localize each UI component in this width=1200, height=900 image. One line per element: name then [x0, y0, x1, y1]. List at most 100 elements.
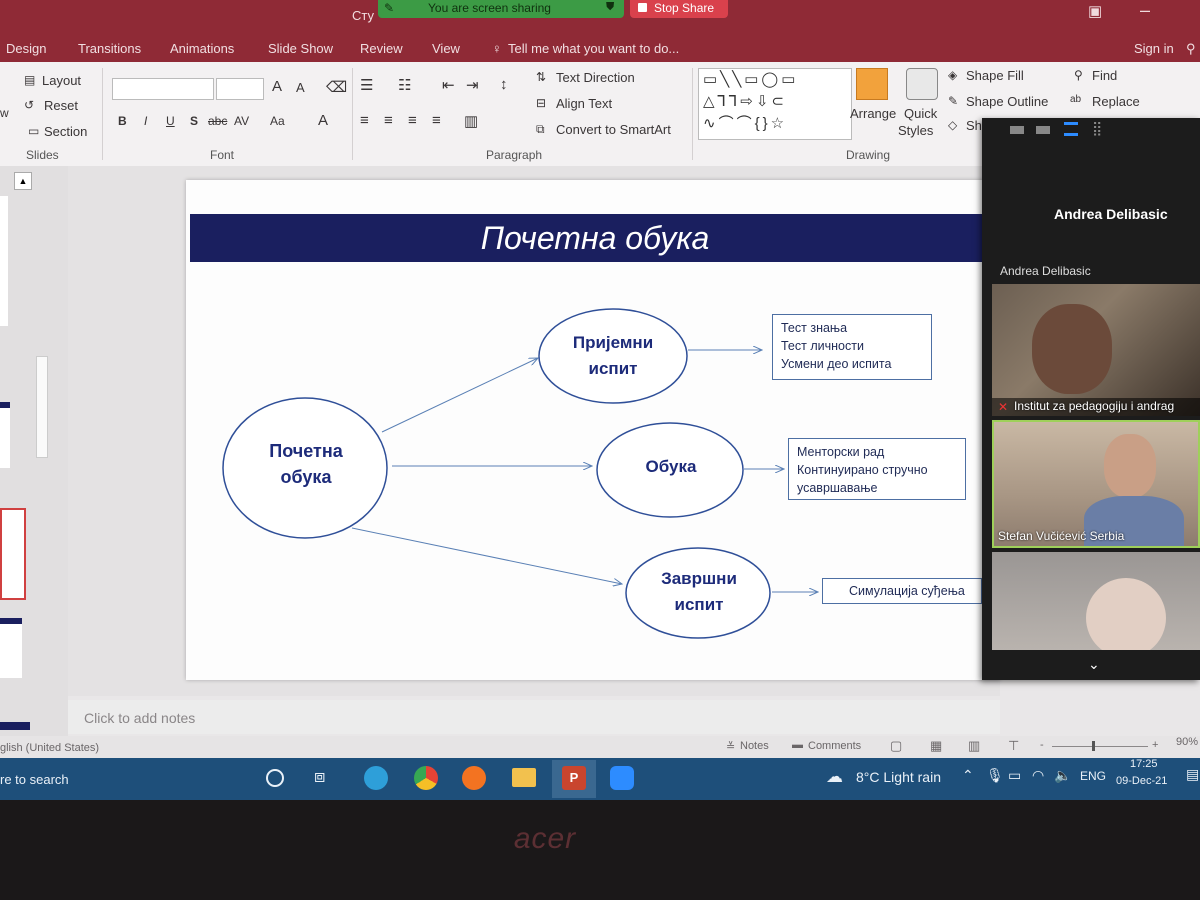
tray-chevron-icon[interactable]: ⌃	[962, 767, 974, 784]
align-right-icon[interactable]: ≡	[408, 112, 417, 129]
zoom-slider-thumb[interactable]	[1092, 741, 1095, 751]
sign-in-link[interactable]: Sign in	[1134, 41, 1174, 56]
taskbar-search[interactable]: re to search	[0, 772, 69, 787]
info-box-1[interactable]: Тест знања Тест личности Усмени део испи…	[772, 314, 932, 380]
find-button[interactable]: Find	[1092, 68, 1117, 83]
file-explorer-icon[interactable]	[512, 768, 536, 787]
tab-slide-show[interactable]: Slide Show	[268, 41, 333, 56]
slideshow-icon[interactable]: ⊤	[1008, 738, 1019, 754]
zoom-out-button[interactable]: -	[1040, 739, 1044, 751]
minimize-icon[interactable]: –	[1140, 0, 1150, 21]
align-center-icon[interactable]: ≡	[384, 112, 393, 129]
tell-me-search[interactable]: Tell me what you want to do...	[508, 41, 679, 56]
convert-smartart-button[interactable]: Convert to SmartArt	[556, 122, 671, 137]
bullets-icon[interactable]: ☰	[360, 76, 373, 94]
reading-view-icon[interactable]: ▥	[968, 738, 980, 754]
quick-styles-button-line2[interactable]: Styles	[898, 123, 933, 138]
thumbnail-1[interactable]	[0, 196, 8, 326]
italic-button[interactable]: I	[144, 114, 147, 128]
align-left-icon[interactable]: ≡	[360, 112, 369, 129]
scroll-up-icon[interactable]: ▲	[14, 172, 32, 190]
participant-tile-2[interactable]: Stefan Vučićević Serbia	[992, 420, 1200, 548]
shape-fill-button[interactable]: Shape Fill	[966, 68, 1024, 83]
microphone-icon[interactable]: 🎙	[986, 767, 1004, 784]
arrange-button[interactable]: Arrange	[850, 106, 896, 121]
thumbnail-2[interactable]	[0, 402, 10, 468]
thumbnail-5[interactable]	[0, 722, 30, 730]
increase-indent-icon[interactable]: ⇥	[466, 76, 479, 94]
edge-icon[interactable]	[364, 766, 388, 790]
input-language[interactable]: ENG	[1080, 769, 1106, 783]
align-text-button[interactable]: Align Text	[556, 96, 612, 111]
language-status[interactable]: glish (United States)	[0, 742, 99, 754]
notes-pane[interactable]: Click to add notes	[68, 700, 1000, 734]
chevron-down-icon[interactable]: ⌄	[1088, 656, 1100, 673]
zoom-slider[interactable]	[1052, 746, 1148, 747]
notes-button[interactable]: Notes	[740, 740, 769, 752]
font-color-button[interactable]: A	[318, 112, 328, 129]
shapes-gallery[interactable]: ▭╲╲▭◯▭ △⅂⅂⇨⇩⊂ ∿⌒⌒{}☆	[698, 68, 852, 140]
quick-styles-button-line1[interactable]: Quick	[904, 106, 937, 121]
slide-sorter-icon[interactable]: ▦	[930, 738, 942, 754]
cortana-icon[interactable]	[266, 769, 284, 787]
participant-tile-1[interactable]: ✕ Institut za pedagogiju i andrag	[992, 284, 1200, 416]
gallery-view-icon[interactable]: ⣿	[1092, 120, 1102, 137]
slide-thumbnails-pane[interactable]: ▲	[0, 166, 68, 738]
tab-animations[interactable]: Animations	[170, 41, 234, 56]
participant-tile-3[interactable]	[992, 552, 1200, 650]
share-person-icon[interactable]: ⚲	[1186, 41, 1196, 57]
justify-icon[interactable]: ≡	[432, 112, 441, 129]
wifi-icon[interactable]: ◠	[1032, 767, 1044, 784]
thumbnail-scrollbar[interactable]	[36, 356, 48, 458]
font-size-box[interactable]	[216, 78, 264, 100]
change-case-button[interactable]: Aa	[270, 114, 285, 128]
zoom-level[interactable]: 90%	[1176, 736, 1198, 748]
task-view-icon[interactable]: ⧈	[314, 766, 325, 787]
shape-outline-button[interactable]: Shape Outline	[966, 94, 1048, 109]
reset-button[interactable]: Reset	[44, 98, 78, 113]
zoom-app-icon[interactable]	[610, 766, 634, 790]
underline-button[interactable]: U	[166, 114, 175, 128]
thumbnail-4[interactable]	[0, 618, 22, 678]
firefox-icon[interactable]	[462, 766, 486, 790]
normal-view-icon[interactable]: ▢	[890, 738, 902, 754]
powerpoint-icon[interactable]: P	[562, 766, 586, 790]
text-direction-button[interactable]: Text Direction	[556, 70, 635, 85]
thumbnail-current[interactable]	[0, 508, 26, 600]
tab-transitions[interactable]: Transitions	[78, 41, 141, 56]
notes-placeholder[interactable]: Click to add notes	[84, 710, 195, 726]
char-spacing-button[interactable]: AV	[234, 114, 249, 128]
font-name-box[interactable]	[112, 78, 214, 100]
minimize-video-icon[interactable]	[1010, 126, 1024, 134]
screen-sharing-banner[interactable]: ✎ You are screen sharing ⛊	[378, 0, 624, 18]
clock-time[interactable]: 17:25	[1130, 758, 1158, 770]
info-box-3[interactable]: Симулација суђења	[822, 578, 982, 604]
numbering-icon[interactable]: ☷	[398, 76, 411, 94]
clear-format-icon[interactable]: ⌫	[326, 78, 347, 96]
section-button[interactable]: Section	[44, 124, 87, 139]
battery-icon[interactable]: ▭	[1008, 767, 1021, 784]
strikethrough-button[interactable]: abc	[208, 114, 227, 128]
shrink-font-button[interactable]: A	[296, 80, 305, 95]
tab-design[interactable]: Design	[6, 41, 46, 56]
speaker-view-icon[interactable]	[1064, 122, 1078, 136]
stop-share-button[interactable]: Stop Share	[630, 0, 728, 18]
ribbon-display-icon[interactable]: ▣	[1088, 2, 1102, 20]
comments-button[interactable]: Comments	[808, 740, 861, 752]
weather-text[interactable]: 8°C Light rain	[856, 769, 941, 785]
hide-video-icon[interactable]	[1036, 126, 1050, 134]
decrease-indent-icon[interactable]: ⇤	[442, 76, 455, 94]
columns-icon[interactable]: ▥	[464, 112, 478, 130]
line-spacing-icon[interactable]: ↕	[500, 76, 508, 93]
tab-view[interactable]: View	[432, 41, 460, 56]
info-box-2[interactable]: Менторски рад Континуирано стручно усавр…	[788, 438, 966, 500]
notifications-icon[interactable]: ▤	[1186, 766, 1199, 783]
grow-font-button[interactable]: A	[272, 78, 282, 95]
new-slide-fragment[interactable]: w	[0, 106, 9, 120]
zoom-in-button[interactable]: +	[1152, 739, 1158, 751]
layout-button[interactable]: Layout	[42, 73, 81, 88]
slide[interactable]: Почетна обука Почетна обука Пријемни исп…	[186, 180, 1000, 680]
clock-date[interactable]: 09-Dec-21	[1116, 775, 1167, 787]
tab-review[interactable]: Review	[360, 41, 403, 56]
bold-button[interactable]: B	[118, 114, 127, 128]
